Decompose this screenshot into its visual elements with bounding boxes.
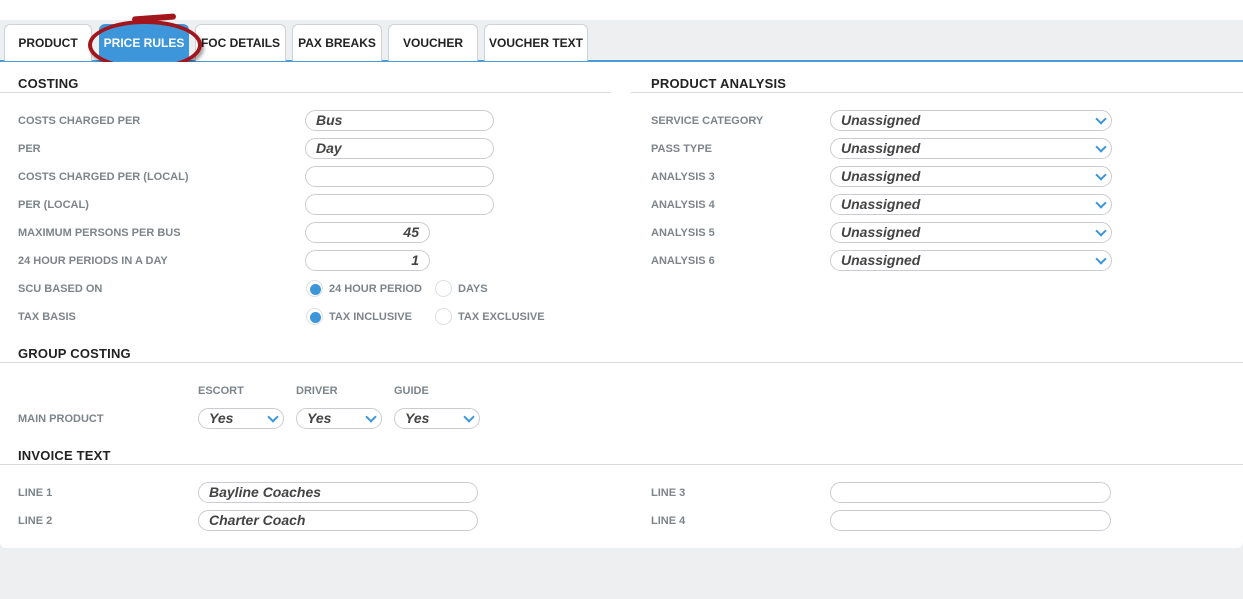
service-category-label: SERVICE CATEGORY (651, 115, 764, 127)
analysis-6-select[interactable]: Unassigned (830, 250, 1112, 271)
costs-charged-per-label: COSTS CHARGED PER (18, 115, 141, 127)
chevron-down-icon (365, 411, 377, 423)
pass-type-value: Unassigned (841, 140, 921, 156)
driver-column-header: DRIVER (296, 385, 338, 397)
tax-exclusive-radio[interactable] (435, 308, 452, 325)
analysis-4-value: Unassigned (841, 196, 921, 212)
main-product-label: MAIN PRODUCT (18, 413, 104, 425)
line-3-label: LINE 3 (651, 487, 686, 499)
tab-pax-breaks[interactable]: PAX BREAKS (292, 24, 382, 61)
chevron-down-icon (1095, 225, 1107, 237)
costs-charged-per-field[interactable]: Bus (305, 110, 494, 131)
analysis-5-label: ANALYSIS 5 (651, 227, 715, 239)
scu-days-radio[interactable] (435, 280, 452, 297)
per-field[interactable]: Day (305, 138, 494, 159)
guide-select[interactable]: Yes (394, 408, 480, 429)
line-3-field[interactable] (830, 482, 1111, 503)
tax-inclusive-radio[interactable] (306, 308, 323, 325)
analysis-6-value: Unassigned (841, 252, 921, 268)
pass-type-label: PASS TYPE (651, 143, 712, 155)
chevron-down-icon (1095, 141, 1107, 153)
line-1-label: LINE 1 (18, 487, 53, 499)
guide-column-header: GUIDE (394, 385, 429, 397)
costs-charged-per-local-field[interactable] (305, 166, 494, 187)
escort-value: Yes (209, 410, 234, 426)
pass-type-select[interactable]: Unassigned (830, 138, 1112, 159)
costing-divider (0, 92, 611, 93)
costs-charged-per-local-label: COSTS CHARGED PER (LOCAL) (18, 171, 189, 183)
max-persons-label: MAXIMUM PERSONS PER BUS (18, 227, 181, 239)
analysis-4-select[interactable]: Unassigned (830, 194, 1112, 215)
driver-select[interactable]: Yes (296, 408, 382, 429)
group-costing-divider (0, 362, 1243, 363)
costing-section-title: COSTING (18, 76, 79, 91)
service-category-select[interactable]: Unassigned (830, 110, 1112, 131)
tab-product[interactable]: PRODUCT (4, 24, 92, 61)
per-local-label: PER (LOCAL) (18, 199, 89, 211)
group-costing-section-title: GROUP COSTING (18, 346, 131, 361)
scu-days-label: DAYS (458, 283, 488, 295)
max-persons-field[interactable]: 45 (305, 222, 430, 243)
service-category-value: Unassigned (841, 112, 921, 128)
line-4-label: LINE 4 (651, 515, 686, 527)
tax-inclusive-label: TAX INCLUSIVE (329, 311, 412, 323)
guide-value: Yes (405, 410, 430, 426)
periods-in-day-field[interactable]: 1 (305, 250, 430, 271)
chevron-down-icon (1095, 113, 1107, 125)
tax-exclusive-label: TAX EXCLUSIVE (458, 311, 545, 323)
tab-foc-details[interactable]: FOC DETAILS (195, 24, 286, 61)
invoice-text-divider (0, 464, 1243, 465)
analysis-5-select[interactable]: Unassigned (830, 222, 1112, 243)
scu-24-hour-label: 24 HOUR PERIOD (329, 283, 422, 295)
invoice-text-section-title: INVOICE TEXT (18, 448, 111, 463)
line-2-field[interactable]: Charter Coach (198, 510, 478, 531)
line-2-label: LINE 2 (18, 515, 53, 527)
analysis-3-label: ANALYSIS 3 (651, 171, 715, 183)
scu-based-on-label: SCU BASED ON (18, 283, 103, 295)
analysis-3-select[interactable]: Unassigned (830, 166, 1112, 187)
chevron-down-icon (1095, 169, 1107, 181)
line-1-field[interactable]: Bayline Coaches (198, 482, 478, 503)
periods-in-day-label: 24 HOUR PERIODS IN A DAY (18, 255, 168, 267)
tab-bar: PRODUCT PRICE RULES FOC DETAILS PAX BREA… (0, 20, 1243, 62)
driver-value: Yes (307, 410, 332, 426)
analysis-5-value: Unassigned (841, 224, 921, 240)
price-rules-panel: COSTING COSTS CHARGED PER Bus PER Day CO… (0, 62, 1243, 548)
analysis-4-label: ANALYSIS 4 (651, 199, 715, 211)
per-label: PER (18, 143, 41, 155)
tab-price-rules[interactable]: PRICE RULES (99, 24, 189, 61)
tax-basis-label: TAX BASIS (18, 311, 76, 323)
line-4-field[interactable] (830, 510, 1111, 531)
chevron-down-icon (267, 411, 279, 423)
escort-column-header: ESCORT (198, 385, 244, 397)
tab-voucher[interactable]: VOUCHER (388, 24, 478, 61)
analysis-6-label: ANALYSIS 6 (651, 255, 715, 267)
tab-voucher-text[interactable]: VOUCHER TEXT (484, 24, 588, 61)
per-local-field[interactable] (305, 194, 494, 215)
chevron-down-icon (1095, 197, 1107, 209)
chevron-down-icon (463, 411, 475, 423)
scu-24-hour-radio[interactable] (306, 280, 323, 297)
chevron-down-icon (1095, 253, 1107, 265)
analysis-3-value: Unassigned (841, 168, 921, 184)
product-analysis-section-title: PRODUCT ANALYSIS (651, 76, 787, 91)
escort-select[interactable]: Yes (198, 408, 284, 429)
product-analysis-divider (631, 92, 1243, 93)
